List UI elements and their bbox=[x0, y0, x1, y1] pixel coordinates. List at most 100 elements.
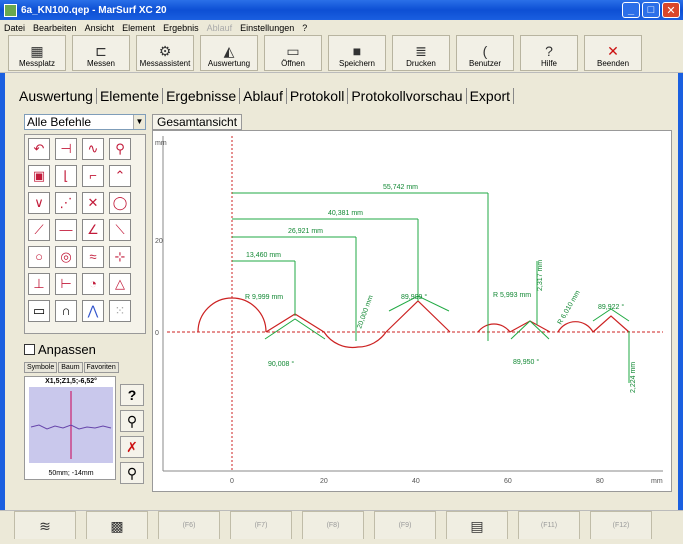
undo-icon[interactable]: ↶ bbox=[28, 138, 50, 160]
profile-preview[interactable]: X1,5;Z1,5;-6,52° 50mm; -14mm bbox=[24, 376, 116, 480]
fkey-f11[interactable]: (F11) bbox=[518, 511, 580, 539]
messplatz-button[interactable]: ▦ Messplatz bbox=[8, 35, 66, 71]
checkbox-box[interactable] bbox=[24, 344, 35, 355]
menu-datei[interactable]: Datei bbox=[4, 23, 25, 33]
tab-auswertung[interactable]: Auswertung bbox=[16, 88, 97, 104]
radius-icon[interactable]: ◔ bbox=[82, 273, 104, 295]
close-button[interactable]: ✕ bbox=[662, 2, 680, 18]
anpassen-checkbox[interactable]: Anpassen bbox=[24, 342, 96, 357]
svg-text:26,921 mm: 26,921 mm bbox=[288, 228, 323, 235]
tab-export[interactable]: Export bbox=[467, 88, 515, 104]
fkey-f9[interactable]: (F9) bbox=[374, 511, 436, 539]
benutzer-button[interactable]: (Benutzer bbox=[456, 35, 514, 71]
view-tab-gesamtansicht[interactable]: Gesamtansicht bbox=[152, 114, 243, 130]
exit-icon: ✕ bbox=[607, 43, 619, 59]
svg-text:20,000 mm: 20,000 mm bbox=[356, 294, 375, 329]
zoom-in-icon[interactable]: ⚲ bbox=[120, 462, 144, 484]
triangle-icon[interactable]: △ bbox=[109, 273, 131, 295]
profile-icon[interactable]: ∿ bbox=[82, 138, 104, 160]
minimize-button[interactable]: _ bbox=[622, 2, 640, 18]
tab-symbole[interactable]: Symbole bbox=[24, 362, 58, 373]
menu-help[interactable]: ? bbox=[302, 23, 307, 33]
menu-element[interactable]: Element bbox=[122, 23, 155, 33]
zoom-window-icon[interactable]: ⚲ bbox=[120, 410, 144, 432]
messplatz-label: Messplatz bbox=[18, 59, 55, 68]
maximize-button[interactable]: □ bbox=[642, 2, 660, 18]
circle-icon[interactable]: ○ bbox=[28, 246, 50, 268]
tab-ablauf[interactable]: Ablauf bbox=[240, 88, 287, 104]
wave-icon[interactable]: ≈ bbox=[82, 246, 104, 268]
zoom-delete-icon[interactable]: ✗ bbox=[120, 436, 144, 458]
app-icon bbox=[4, 3, 17, 17]
svg-text:55,742 mm: 55,742 mm bbox=[383, 184, 418, 191]
rectangle-icon[interactable]: ▭ bbox=[28, 300, 50, 322]
valley-icon[interactable]: ∨ bbox=[28, 192, 50, 214]
point-line-icon[interactable]: ⌊ bbox=[55, 165, 77, 187]
preview-title: X1,5;Z1,5;-6,52° bbox=[45, 378, 97, 385]
messassistent-button[interactable]: ⚙ Messassistent bbox=[136, 35, 194, 71]
fkey-f7[interactable]: (F7) bbox=[230, 511, 292, 539]
svg-text:40: 40 bbox=[412, 478, 420, 485]
tab-baum[interactable]: Baum bbox=[58, 362, 83, 373]
fkey-f6[interactable]: (F6) bbox=[158, 511, 220, 539]
distance-icon[interactable]: ⊣ bbox=[55, 138, 77, 160]
window-title: 6a_KN100.qep - MarSurf XC 20 bbox=[21, 4, 167, 16]
line-fit-icon[interactable]: ⟋ bbox=[28, 219, 50, 241]
zoom-icon[interactable]: ⚲ bbox=[109, 138, 131, 160]
tab-protokollvorschau[interactable]: Protokollvorschau bbox=[348, 88, 467, 104]
menu-ansicht[interactable]: Ansicht bbox=[85, 23, 115, 33]
arc-icon[interactable]: ∩ bbox=[55, 300, 77, 322]
profile-plot-area[interactable]: 55,742 mm 40,381 mm 26,921 mm 13,460 mm … bbox=[152, 130, 672, 492]
command-filter-dropdown[interactable]: Alle Befehle ▼ bbox=[24, 114, 146, 130]
messassistent-label: Messassistent bbox=[139, 59, 191, 68]
menu-einstellungen[interactable]: Einstellungen bbox=[240, 23, 294, 33]
fkey-printer-button[interactable]: ▤ bbox=[446, 511, 508, 539]
drucken-button[interactable]: ≣ Drucken bbox=[392, 35, 450, 71]
target-icon[interactable]: ◎ bbox=[55, 246, 77, 268]
auswertung-button[interactable]: ◭ Auswertung bbox=[200, 35, 258, 71]
hilfe-button[interactable]: ? Hilfe bbox=[520, 35, 578, 71]
tab-elemente[interactable]: Elemente bbox=[97, 88, 164, 104]
oeffnen-label: Öffnen bbox=[281, 59, 305, 68]
fkey-stack-button[interactable]: ≋ bbox=[14, 511, 76, 539]
help-icon[interactable]: ? bbox=[120, 384, 144, 406]
fkey-f12[interactable]: (F12) bbox=[590, 511, 652, 539]
beenden-button[interactable]: ✕ Beenden bbox=[584, 35, 642, 71]
svg-text:89,999 °: 89,999 ° bbox=[401, 293, 427, 301]
intersection-icon[interactable]: ✕ bbox=[82, 192, 104, 214]
menu-ergebnis[interactable]: Ergebnis bbox=[163, 23, 199, 33]
panel-subtabs: Symbole Baum Favoriten bbox=[24, 362, 120, 373]
points-icon[interactable]: ⋰ bbox=[55, 192, 77, 214]
svg-text:60: 60 bbox=[504, 478, 512, 485]
open-folder-icon: ▭ bbox=[286, 43, 300, 59]
benutzer-label: Benutzer bbox=[468, 59, 502, 68]
chevron-down-icon[interactable]: ▼ bbox=[133, 115, 145, 129]
fkey-device-button[interactable]: ▩ bbox=[86, 511, 148, 539]
tab-favoriten[interactable]: Favoriten bbox=[83, 362, 119, 373]
tab-protokoll[interactable]: Protokoll bbox=[287, 88, 349, 104]
height-icon[interactable]: ⊥ bbox=[28, 273, 50, 295]
slope-icon[interactable]: ⟍ bbox=[109, 219, 131, 241]
cross-distance-icon[interactable]: ⊹ bbox=[109, 246, 131, 268]
horizontal-line-icon[interactable]: ― bbox=[55, 219, 77, 241]
hilfe-label: Hilfe bbox=[540, 59, 557, 68]
fkey-f8[interactable]: (F8) bbox=[302, 511, 364, 539]
tab-ergebnisse[interactable]: Ergebnisse bbox=[163, 88, 241, 104]
svg-text:0: 0 bbox=[230, 478, 234, 485]
width-icon[interactable]: ⊢ bbox=[55, 273, 77, 295]
speichern-button[interactable]: ■ Speichern bbox=[328, 35, 386, 71]
delete-icon[interactable]: ▣ bbox=[28, 165, 50, 187]
roughness-icon[interactable]: ⋀ bbox=[82, 300, 104, 322]
menu-bearbeiten[interactable]: Bearbeiten bbox=[33, 23, 77, 33]
stack-icon: ≋ bbox=[39, 518, 51, 534]
svg-text:mm: mm bbox=[651, 478, 663, 485]
messen-button[interactable]: ⊏ Messen bbox=[72, 35, 130, 71]
peak-icon[interactable]: ⌃ bbox=[109, 165, 131, 187]
circle-fit-icon[interactable]: ◯ bbox=[109, 192, 131, 214]
step-icon[interactable]: ⌐ bbox=[82, 165, 104, 187]
angle-icon[interactable]: ∠ bbox=[82, 219, 104, 241]
svg-text:13,460 mm: 13,460 mm bbox=[246, 252, 281, 259]
title-bar: 6a_KN100.qep - MarSurf XC 20 _ □ ✕ bbox=[0, 0, 683, 20]
oeffnen-button[interactable]: ▭ Öffnen bbox=[264, 35, 322, 71]
printer-icon: ▤ bbox=[470, 518, 484, 534]
